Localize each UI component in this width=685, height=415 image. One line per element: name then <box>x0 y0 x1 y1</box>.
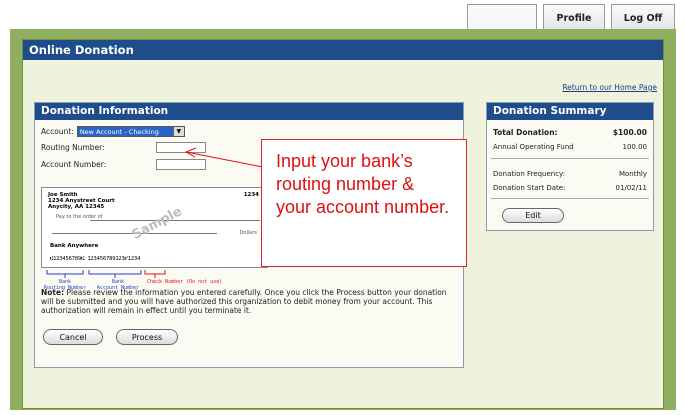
instruction-callout: Input your bank’s routing number & your … <box>261 139 467 267</box>
note-text: Please review the information you entere… <box>41 288 447 315</box>
account-number-row: Account Number: <box>41 160 106 169</box>
process-button[interactable]: Process <box>116 329 178 345</box>
summary-divider-2 <box>491 198 649 199</box>
donation-summary-box: Donation Summary Total Donation: $100.00… <box>486 102 654 231</box>
routing-row: Routing Number: <box>41 143 105 152</box>
check-number-caption: Check Number (Do not use) <box>147 279 223 285</box>
bank-name: Bank Anywhere <box>50 243 99 249</box>
fund-row: Annual Operating Fund 100.00 <box>493 143 647 151</box>
dollars-label: Dollars <box>239 230 257 236</box>
callout-arrow <box>185 147 269 169</box>
account-label: Account: <box>41 127 74 136</box>
account-select[interactable]: New Account - Checking ▼ <box>76 126 185 137</box>
routing-label: Routing Number: <box>41 143 105 152</box>
total-donation-row: Total Donation: $100.00 <box>493 128 647 137</box>
check-number: 1234 <box>243 192 259 198</box>
chevron-down-icon[interactable]: ▼ <box>172 127 184 136</box>
account-select-value: New Account - Checking <box>79 127 159 136</box>
frequency-row: Donation Frequency: Monthly <box>493 170 647 178</box>
micr-line: ⑆123456789⑆ 123456789123⑈1234 <box>50 256 141 262</box>
authorization-note: Note: Please review the information you … <box>41 288 457 315</box>
check-owner: Joe Smith 1234 Anystreet Court Anycity, … <box>48 192 115 210</box>
account-number-label: Account Number: <box>41 160 107 169</box>
donation-information-title: Donation Information <box>35 103 463 120</box>
tab-log-off[interactable]: Log Off <box>611 4 675 32</box>
account-row: Account: New Account - Checking ▼ <box>41 126 185 137</box>
edit-button[interactable]: Edit <box>502 208 564 223</box>
donation-summary-title: Donation Summary <box>487 103 653 120</box>
cancel-button[interactable]: Cancel <box>43 329 103 345</box>
page-title: Online Donation <box>23 40 663 60</box>
sample-check-image: Joe Smith 1234 Anystreet Court Anycity, … <box>41 187 268 268</box>
sample-watermark: Sample <box>129 204 185 243</box>
note-label: Note: <box>41 288 65 297</box>
tab-profile[interactable]: Profile <box>543 4 605 32</box>
home-page-link[interactable]: Return to our Home Page <box>562 83 657 92</box>
start-date-row: Donation Start Date: 01/02/11 <box>493 184 647 192</box>
summary-divider <box>491 158 649 159</box>
